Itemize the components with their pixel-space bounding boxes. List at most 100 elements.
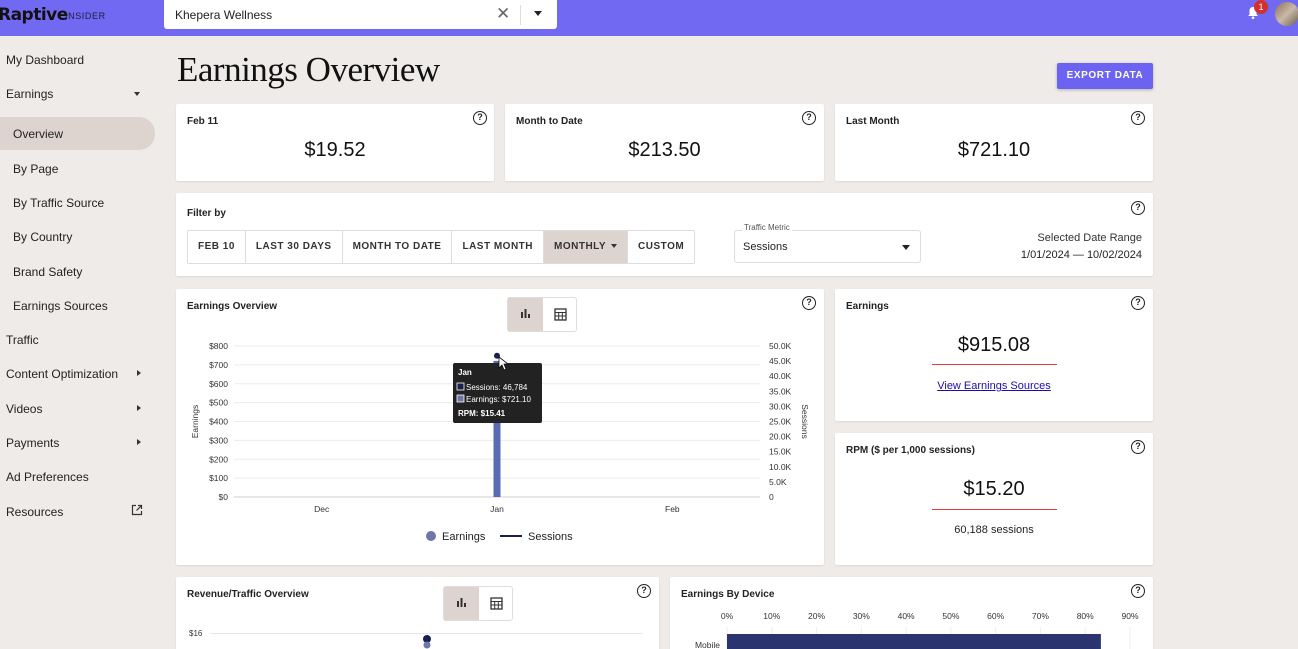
chevron-right-icon [137,405,141,411]
y2-tick-label: 10.0K [769,462,792,472]
external-link-icon [131,504,143,516]
y2-tick-label: 0 [769,492,774,502]
sidebar-item-by-page[interactable]: By Page [0,153,155,183]
bar-chart-view-button[interactable] [508,298,543,331]
card-label: Last Month [846,116,900,127]
x-tick-label: 40% [898,611,915,621]
sidebar-item-resources[interactable]: Resources [0,496,155,526]
revenue-traffic-card: Revenue/Traffic Overview ? $16 [176,577,659,649]
filter-monthly-label: MONTHLY [554,241,607,252]
help-icon[interactable]: ? [1131,296,1145,310]
card-label: RPM ($ per 1,000 sessions) [846,445,975,456]
bar-chart-view-button[interactable] [444,587,479,620]
legend-label-sessions: Sessions [528,531,573,543]
sessions-count: 60,188 sessions [954,524,1034,536]
help-icon[interactable]: ? [1131,440,1145,454]
sidebar-item-brand-safety[interactable]: Brand Safety [0,256,155,286]
y2-tick-label: 50.0K [769,341,792,351]
avatar[interactable] [1275,2,1298,26]
x-tick-label: 50% [942,611,959,621]
sidebar-item-label: Videos [6,402,43,416]
sidebar-item-ad-preferences[interactable]: Ad Preferences [0,461,155,491]
tooltip-swatch [456,394,465,403]
sidebar-item-by-traffic-source[interactable]: By Traffic Source [0,187,155,217]
bar-chart-icon [521,309,530,318]
y-tick-label: $200 [209,454,228,464]
site-selector[interactable]: Khepera Wellness ✕ [164,0,557,29]
sidebar-item-by-country[interactable]: By Country [0,221,155,251]
x-tick-label: 0% [721,611,734,621]
y-tick-label: $0 [219,492,229,502]
y-tick-label: $600 [209,379,228,389]
y-tick-label: $100 [209,473,228,483]
tooltip-rpm: RPM: $15.41 [458,409,506,418]
y2-tick-label: 5.0K [769,477,787,487]
chevron-down-icon[interactable] [534,11,542,16]
y2-tick-label: 25.0K [769,417,792,427]
help-icon[interactable]: ? [802,296,816,310]
sidebar-item-content-optimization[interactable]: Content Optimization [0,358,155,388]
page-title: Earnings Overview [177,50,440,89]
y2-tick-label: 15.0K [769,447,792,457]
rpm-card: RPM ($ per 1,000 sessions) ? $15.20 60,1… [835,433,1153,565]
chart-view-toggle [443,586,513,621]
tooltip-earnings: Earnings: $721.10 [466,395,531,404]
site-selector-value: Khepera Wellness [175,8,273,22]
chart-title: Revenue/Traffic Overview [187,589,309,600]
sidebar-item-my-dashboard[interactable]: My Dashboard [0,44,155,74]
view-earnings-sources-link[interactable]: View Earnings Sources [835,380,1153,392]
filter-feb-10-button[interactable]: FEB 10 [188,231,246,263]
sidebar-item-label: Content Optimization [6,367,119,381]
y-tick-label: $400 [209,417,228,427]
help-icon[interactable]: ? [637,584,651,598]
y-axis-label: Earnings [190,405,200,439]
y2-tick-label: 20.0K [769,432,792,442]
sidebar-item-videos[interactable]: Videos [0,393,155,423]
sidebar-item-label: Traffic [6,333,39,347]
rpm-value: $15.20 [963,478,1025,500]
summary-card-month-to-date: Month to Date ? $213.50 [505,104,824,181]
y-tick-label: $800 [209,341,228,351]
x-tick-label: Feb [665,504,680,514]
help-icon[interactable]: ? [1131,201,1145,215]
y2-tick-label: 40.0K [769,371,792,381]
table-icon [554,308,567,321]
sidebar-item-earnings-sources[interactable]: Earnings Sources [0,290,155,320]
help-icon[interactable]: ? [1131,584,1145,598]
notification-badge: 1 [1254,0,1268,14]
date-range-value: 1/01/2024 — 10/02/2024 [1020,249,1142,261]
table-view-button[interactable] [479,587,514,620]
data-point [423,635,431,649]
x-tick-label: 80% [1077,611,1094,621]
sidebar-item-traffic[interactable]: Traffic [0,324,155,354]
card-label: Month to Date [516,116,583,127]
filter-custom-button[interactable]: CUSTOM [628,231,694,263]
filter-last-30-days-button[interactable]: LAST 30 DAYS [246,231,343,263]
summary-card-last-month: Last Month ? $721.10 [835,104,1153,181]
card-label: Earnings [846,301,889,312]
y-tick-label: $16 [189,629,203,638]
filter-month-to-date-button[interactable]: MONTH TO DATE [343,231,453,263]
sidebar-item-label: Earnings [6,87,54,101]
filter-monthly-button[interactable]: MONTHLY [544,231,629,263]
export-data-button[interactable]: EXPORT DATA [1057,63,1153,89]
sidebar-item-label: Overview [13,127,64,141]
filter-last-month-button[interactable]: LAST MONTH [452,231,545,263]
traffic-metric-select[interactable]: Sessions [734,230,921,263]
sidebar-item-overview[interactable]: Overview [0,117,155,150]
sidebar-item-label: Brand Safety [13,265,83,279]
help-icon[interactable]: ? [473,111,487,125]
help-icon[interactable]: ? [1131,111,1145,125]
filter-label: Filter by [187,208,226,219]
clear-icon[interactable]: ✕ [496,4,510,24]
sidebar-item-label: By Country [13,230,73,244]
table-view-button[interactable] [543,298,578,331]
help-icon[interactable]: ? [802,111,816,125]
sidebar-item-earnings[interactable]: Earnings [0,78,155,108]
earnings-by-device-chart: 0% 10% 20% 30% 40% 50% 60% 70% 80% 90% Mobile [695,611,1139,649]
sidebar-item-payments[interactable]: Payments [0,427,155,457]
summary-card-today: Feb 11 ? $19.52 [176,104,494,181]
raptive-logo[interactable]: Raptive [0,5,68,25]
chart-title: Earnings By Device [681,589,775,600]
x-tick-label: 60% [987,611,1004,621]
